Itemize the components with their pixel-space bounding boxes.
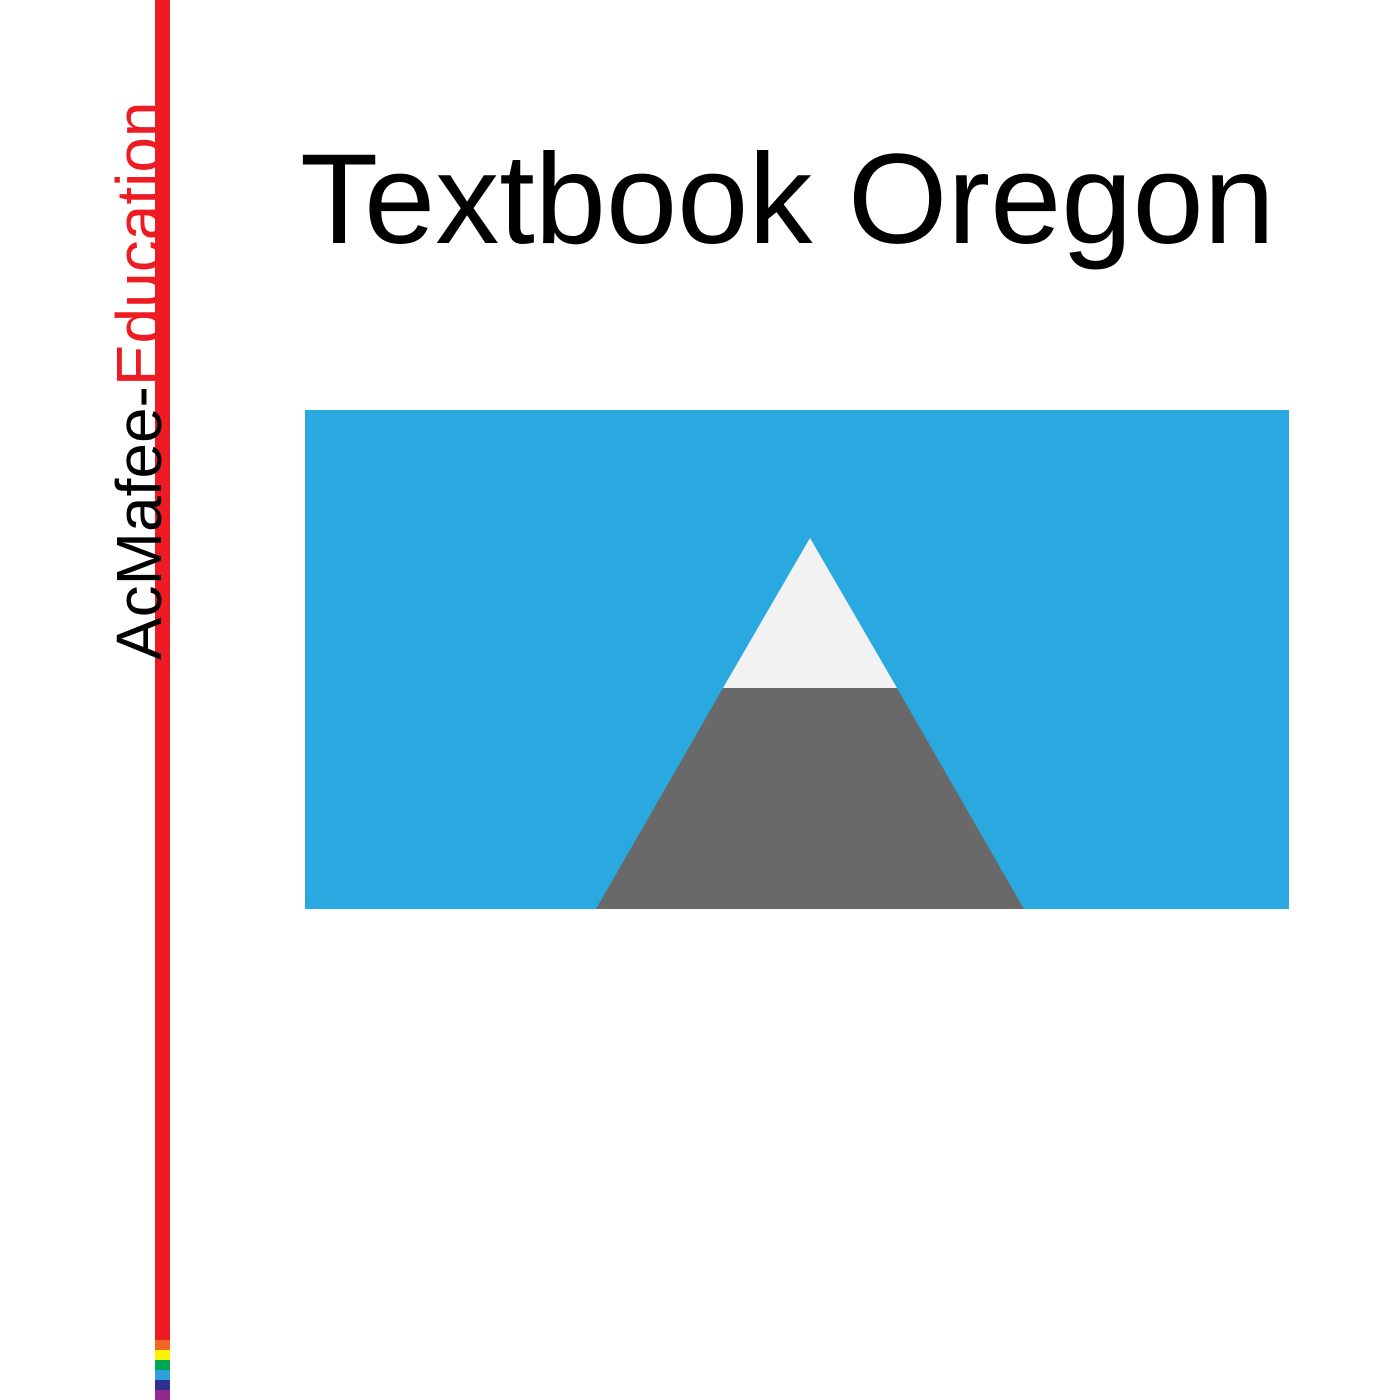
publisher-prefix: AcMafee- xyxy=(103,386,175,660)
publisher-wordmark: AcMafee-Education xyxy=(103,101,175,660)
book-title: Textbook Oregon xyxy=(300,128,1275,271)
mountain-icon xyxy=(305,410,1289,909)
spine-stripe-4 xyxy=(155,1370,170,1380)
spine-stripe-1 xyxy=(155,1340,170,1350)
spine-stripe-6 xyxy=(155,1390,170,1400)
spine-stripe-2 xyxy=(155,1350,170,1360)
spine-stripe-5 xyxy=(155,1380,170,1390)
book-cover: AcMafee-Education Textbook Oregon xyxy=(0,0,1400,1400)
publisher-suffix: Education xyxy=(103,101,175,387)
spine-stripe-3 xyxy=(155,1360,170,1370)
